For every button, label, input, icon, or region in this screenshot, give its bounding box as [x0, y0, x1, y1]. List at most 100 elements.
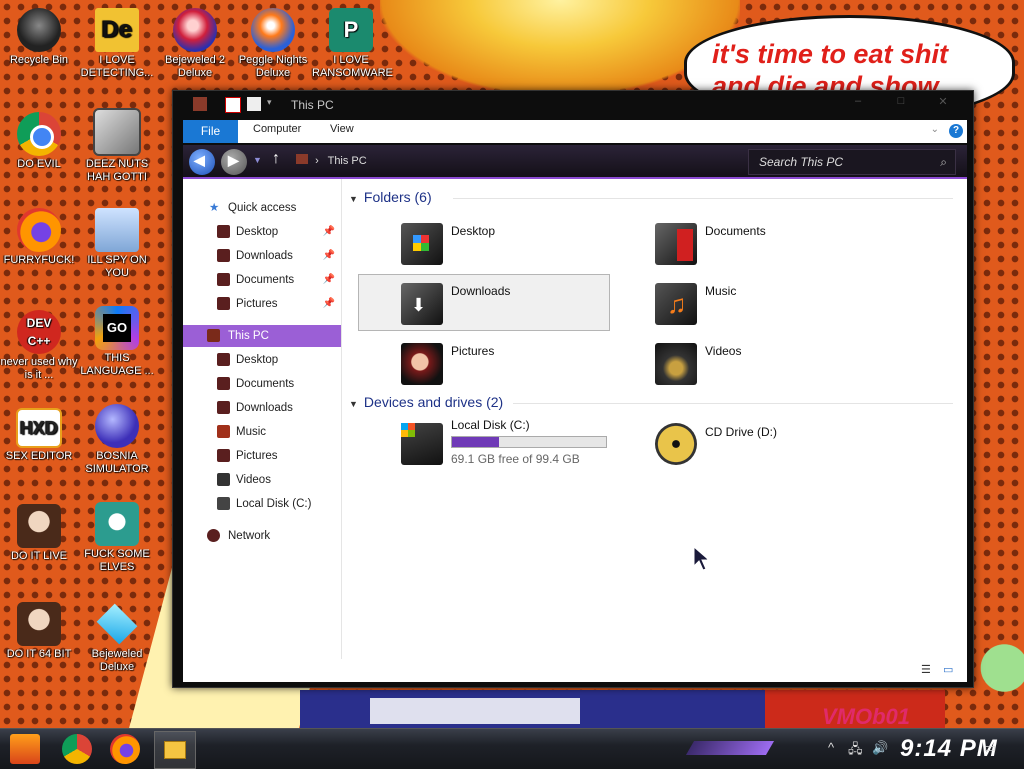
nav-qa-downloads[interactable]: Downloads 📌	[183, 245, 341, 267]
help-icon[interactable]: ?	[949, 124, 963, 138]
ribbon-tabs: File Computer View ⌄ ?	[183, 120, 967, 143]
drive-c[interactable]: Local Disk (C:) 69.1 GB free of 99.4 GB	[359, 415, 609, 475]
nav-pc-desktop[interactable]: Desktop	[183, 349, 341, 371]
qa-dropdown-icon[interactable]: ▾	[267, 97, 281, 111]
desktop-icon-firefox[interactable]: FURRYFUCK!	[0, 208, 78, 267]
details-view-icon[interactable]: ☰	[921, 663, 931, 676]
nav-network[interactable]: Network	[183, 525, 341, 547]
desktop-icon-hxd[interactable]: HXD SEX EDITOR	[0, 408, 78, 463]
pin-icon[interactable]: 📌	[323, 245, 335, 267]
nav-label: Videos	[236, 474, 271, 486]
desktop-icon-devcpp[interactable]: DEV C++ never used why is it ...	[0, 310, 78, 382]
drive-d[interactable]: CD Drive (D:)	[613, 415, 863, 475]
desktop-icon-goland[interactable]: GO THIS LANGUAGE ...	[78, 306, 156, 378]
folder-documents[interactable]: Documents	[613, 215, 863, 270]
chrome-taskbar-icon[interactable]	[62, 734, 92, 764]
nav-qa-documents[interactable]: Documents 📌	[183, 269, 341, 291]
volume-icon[interactable]: 🔊	[872, 740, 888, 756]
collapse-icon[interactable]: ▼	[349, 399, 358, 409]
address-bar[interactable]: › This PC	[296, 150, 726, 172]
nav-qa-desktop[interactable]: Desktop 📌	[183, 221, 341, 243]
nav-pc-local-disk[interactable]: Local Disk (C:)	[183, 493, 341, 515]
desktop-icon-do-it-live[interactable]: DO IT LIVE	[0, 504, 78, 563]
chevron-right-icon[interactable]: ›	[315, 155, 319, 167]
start-button[interactable]	[10, 734, 40, 764]
large-icons-view-icon[interactable]: ▭	[943, 663, 953, 676]
desktop-icon-ransomware[interactable]: P I LOVE RANSOMWARE	[312, 8, 393, 80]
desktop-icon-de[interactable]: De I LOVE DETECTING...	[78, 8, 156, 80]
pin-icon[interactable]: 📌	[323, 293, 335, 315]
tab-computer[interactable]: Computer	[253, 123, 301, 135]
desktop-icon-label: Recycle Bin	[9, 54, 69, 66]
folder-pictures[interactable]: Pictures	[359, 335, 609, 390]
taskbar-decoration	[685, 741, 775, 755]
desktop-icon-recycle-bin[interactable]: Recycle Bin	[0, 8, 78, 67]
chrome-icon	[17, 112, 61, 156]
new-folder-icon[interactable]	[247, 97, 261, 111]
maximize-button[interactable]: □	[886, 95, 916, 113]
nav-pc-downloads[interactable]: Downloads	[183, 397, 341, 419]
network-tray-icon[interactable]: 🖧	[848, 740, 863, 762]
section-divider	[513, 403, 953, 404]
firefox-taskbar-icon[interactable]	[110, 734, 140, 764]
firefox-icon	[17, 208, 61, 252]
pin-icon[interactable]: 📌	[323, 221, 335, 243]
nav-pc-music[interactable]: Music	[183, 421, 341, 443]
portrait-icon	[17, 602, 61, 646]
minimize-button[interactable]: –	[843, 95, 873, 113]
desktop-icon-chrome[interactable]: DO EVIL	[0, 112, 78, 171]
notifications-icon[interactable]: ▭	[984, 740, 996, 756]
downloads-folder-icon: ⬇	[401, 283, 443, 325]
nav-quick-access[interactable]: ★ Quick access	[183, 197, 341, 219]
ribbon-expand-icon[interactable]: ⌄	[931, 124, 939, 135]
nav-this-pc[interactable]: This PC	[183, 325, 341, 347]
nav-pc-videos[interactable]: Videos	[183, 469, 341, 491]
desktop-icon-label: DEEZ NUTS HAH GOTTI	[85, 158, 149, 183]
recent-locations-icon[interactable]: ▼	[253, 155, 262, 165]
nav-pc-pictures[interactable]: Pictures	[183, 445, 341, 467]
folder-music[interactable]: ♫ Music	[613, 275, 863, 330]
properties-icon[interactable]	[225, 97, 241, 113]
desktop-icon-deez-nuts[interactable]: DEEZ NUTS HAH GOTTI	[78, 108, 156, 184]
nav-label: Network	[228, 530, 271, 542]
up-arrow-icon[interactable]: ↑	[272, 150, 280, 168]
de-app-icon: De	[95, 8, 139, 52]
nav-pc-documents[interactable]: Documents	[183, 373, 341, 395]
folder-name: Desktop	[451, 224, 496, 238]
wallpaper-strip	[300, 690, 770, 730]
pin-icon[interactable]: 📌	[323, 269, 335, 291]
drives-section-header[interactable]: ▼ Devices and drives (2)	[349, 394, 503, 410]
navigation-bar: ◀ ▶ ▼ ↑ › This PC Search This PC ⌕	[183, 145, 967, 179]
title-bar[interactable]: ▾ This PC – □ ✕	[173, 91, 973, 119]
tab-file[interactable]: File	[183, 120, 238, 143]
folder-name: Pictures	[451, 344, 495, 358]
desktop-icon-elves[interactable]: FUCK SOME ELVES	[78, 502, 156, 574]
desktop-icon-label: DO IT 64 BIT	[6, 648, 72, 660]
explorer-taskbar-button[interactable]	[154, 731, 196, 769]
close-button[interactable]: ✕	[928, 95, 958, 113]
collapse-icon[interactable]: ▼	[349, 194, 358, 204]
documents-folder-icon	[655, 223, 697, 265]
desktop-icon-bosnia[interactable]: BOSNIA SIMULATOR	[78, 404, 156, 476]
folder-videos[interactable]: Videos	[613, 335, 863, 390]
folder-name: Music	[705, 284, 737, 298]
desktop-icon-do-it-64[interactable]: DO IT 64 BIT	[0, 602, 78, 661]
forward-button[interactable]: ▶	[221, 149, 247, 175]
back-button[interactable]: ◀	[189, 149, 215, 175]
folders-section-header[interactable]: ▼ Folders (6)	[349, 189, 432, 205]
show-hidden-icons-icon[interactable]: ^	[828, 740, 834, 755]
explorer-window[interactable]: ▾ This PC – □ ✕ File Computer View ⌄ ? ◀…	[172, 90, 974, 688]
hard-drive-icon	[401, 423, 443, 465]
desktop-icon-bejeweled-2[interactable]: Bejeweled 2 Deluxe	[156, 8, 234, 80]
search-input[interactable]: Search This PC ⌕	[748, 149, 956, 175]
tab-view[interactable]: View	[330, 123, 354, 135]
folder-desktop[interactable]: Desktop	[359, 215, 609, 270]
nav-qa-pictures[interactable]: Pictures 📌	[183, 293, 341, 315]
folder-downloads[interactable]: ⬇ Downloads	[358, 274, 610, 331]
desktop-icon-peggle[interactable]: Peggle Nights Deluxe	[234, 8, 312, 80]
desktop-icon-spy[interactable]: ILL SPY ON YOU	[78, 208, 156, 280]
desktop-icon-bejeweled[interactable]: Bejeweled Deluxe	[78, 602, 156, 674]
music-folder-icon	[217, 425, 230, 438]
forward-arrow-icon: ▶	[228, 152, 239, 168]
busy-cursor-icon	[693, 546, 719, 571]
